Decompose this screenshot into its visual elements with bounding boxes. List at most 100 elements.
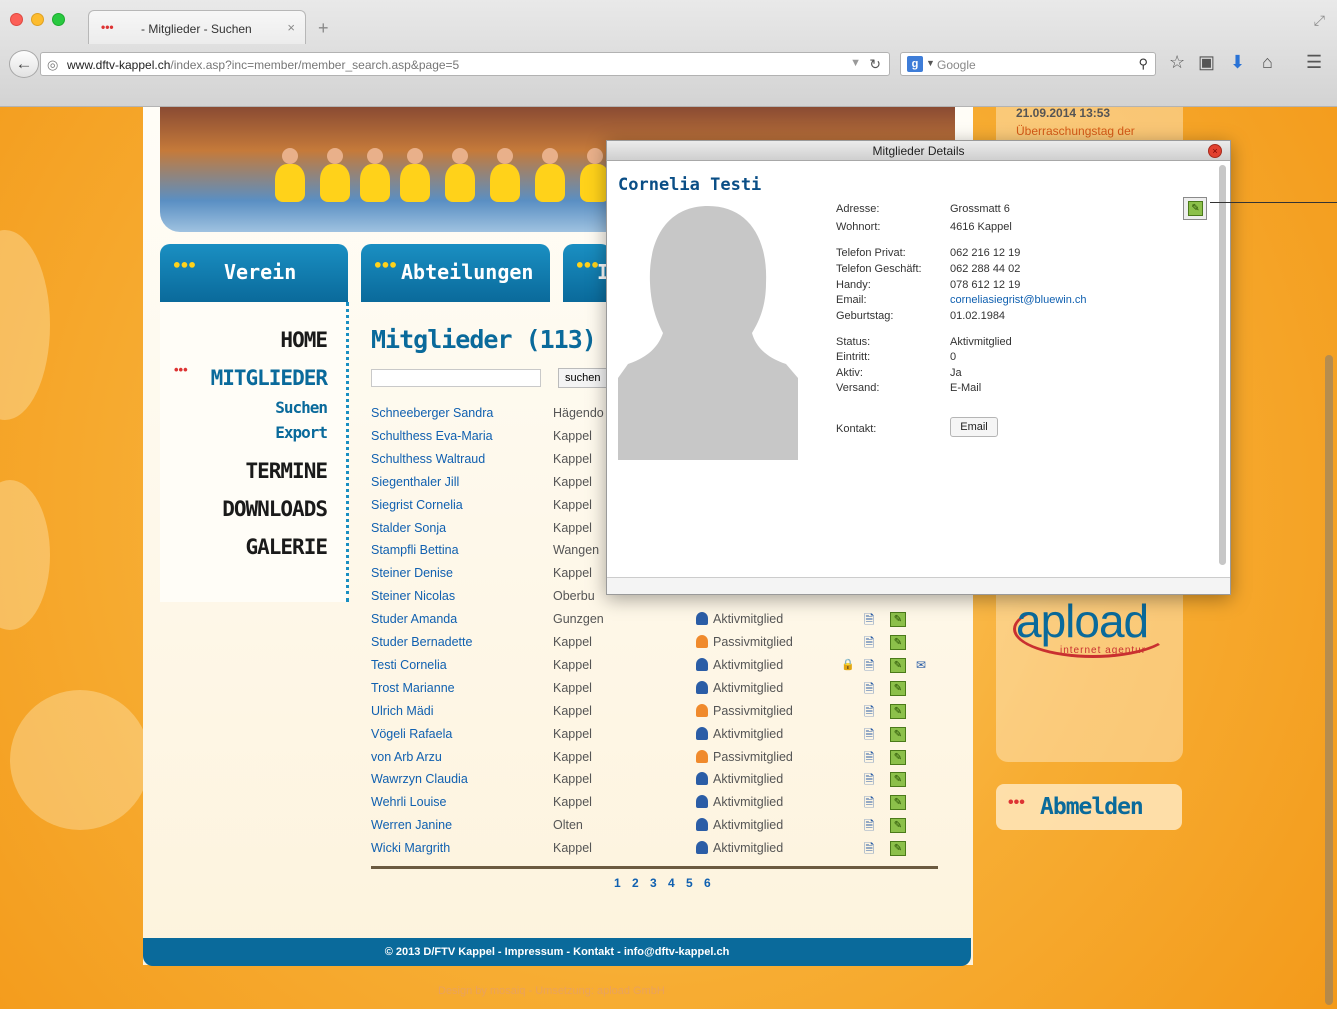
reload-icon[interactable]: ↻ (869, 56, 881, 73)
member-name-link[interactable]: Wicki Margrith (371, 841, 450, 855)
table-row[interactable]: Trost Marianne Kappel Aktivmitglied 🗎 ✎ (371, 678, 941, 700)
edit-icon[interactable]: ✎ (890, 841, 906, 857)
edit-icon[interactable]: ✎ (890, 795, 906, 811)
edit-icon[interactable]: ✎ (890, 612, 906, 628)
edit-icon[interactable]: ✎ (890, 657, 906, 673)
edit-icon[interactable]: ✎ (890, 772, 906, 788)
chevron-down-icon[interactable]: ▼ (926, 58, 935, 68)
edit-member-button[interactable]: ✎ (1183, 197, 1207, 220)
table-row[interactable]: Testi Cornelia Kappel Aktivmitglied 🗎 ✎ 🔒 ✉ (371, 655, 941, 677)
details-icon[interactable]: 🗎 (864, 840, 880, 857)
member-name-link[interactable]: Wawrzyn Claudia (371, 772, 468, 786)
address-bar[interactable]: ◎ www.dftv-kappel.ch/index.asp?inc=membe… (40, 52, 890, 76)
home-icon[interactable]: ⌂ (1262, 52, 1273, 73)
table-row[interactable]: Ulrich Mädi Kappel Passivmitglied 🗎 ✎ (371, 701, 941, 723)
member-name-link[interactable]: Schulthess Waltraud (371, 452, 485, 466)
details-icon[interactable]: 🗎 (864, 657, 880, 674)
member-status: Aktivmitglied (696, 818, 783, 832)
details-icon[interactable]: 🗎 (864, 726, 880, 743)
browser-tab[interactable]: ••• - Mitglieder - Suchen × (88, 10, 306, 44)
side-item-mitglieder[interactable]: MITGLIEDER (211, 366, 328, 390)
details-icon[interactable]: 🗎 (864, 817, 880, 834)
member-name-link[interactable]: Ulrich Mädi (371, 704, 434, 718)
table-row[interactable]: Wehrli Louise Kappel Aktivmitglied 🗎 ✎ (371, 792, 941, 814)
zoom-window-icon[interactable] (52, 13, 65, 26)
member-town: Oberbu (553, 589, 595, 604)
back-button[interactable]: ← (9, 50, 39, 78)
details-icon[interactable]: 🗎 (864, 703, 880, 720)
minimize-window-icon[interactable] (31, 13, 44, 26)
member-name-link[interactable]: Siegrist Cornelia (371, 498, 463, 512)
tab-third[interactable]: ••• I (563, 244, 611, 302)
member-name-link[interactable]: Studer Amanda (371, 612, 457, 626)
edit-icon[interactable]: ✎ (890, 726, 906, 742)
table-row[interactable]: Studer Amanda Gunzgen Aktivmitglied 🗎 ✎ (371, 609, 941, 631)
member-name-link[interactable]: Schulthess Eva-Maria (371, 429, 493, 443)
details-icon[interactable]: 🗎 (864, 794, 880, 811)
email-button[interactable]: Email (950, 417, 998, 437)
search-button[interactable]: suchen (558, 368, 610, 388)
member-name-link[interactable]: Werren Janine (371, 818, 452, 832)
side-item-home[interactable]: HOME (280, 328, 328, 352)
search-icon[interactable]: ⚲ (1138, 56, 1148, 72)
side-item-galerie[interactable]: GALERIE (245, 535, 328, 559)
side-item-export[interactable]: Export (275, 423, 328, 442)
table-row[interactable]: Werren Janine Olten Aktivmitglied 🗎 ✎ (371, 815, 941, 837)
edit-icon[interactable]: ✎ (890, 703, 906, 719)
side-item-termine[interactable]: TERMINE (245, 459, 328, 483)
table-row[interactable]: Studer Bernadette Kappel Passivmitglied 🗎 ✎ (371, 632, 941, 654)
dropdown-arrow-icon[interactable]: ▼ (850, 57, 861, 69)
details-icon[interactable]: 🗎 (864, 771, 880, 788)
bookmark-star-icon[interactable]: ☆ (1169, 52, 1185, 73)
edit-icon[interactable]: ✎ (890, 818, 906, 834)
member-name-link[interactable]: Trost Marianne (371, 681, 455, 695)
details-icon[interactable]: 🗎 (864, 634, 880, 651)
footer-credits[interactable]: Design by mosaiq - Umsetzung: apload Gmb… (438, 985, 665, 997)
tab-verein[interactable]: ••• Verein (160, 244, 348, 302)
bookmarks-icon[interactable]: ▣ (1198, 52, 1215, 73)
close-icon[interactable]: × (1208, 144, 1222, 158)
new-tab-icon[interactable]: + (318, 18, 329, 39)
fullscreen-icon[interactable]: ⤢ (1314, 12, 1325, 29)
table-row[interactable]: von Arb Arzu Kappel Passivmitglied 🗎 ✎ (371, 747, 941, 769)
edit-icon[interactable]: ✎ (890, 749, 906, 765)
search-bar[interactable]: g ▼ Google ⚲ (900, 52, 1156, 76)
news-link[interactable]: Überraschungstag der (1016, 124, 1135, 138)
member-name-link[interactable]: Steiner Nicolas (371, 589, 455, 603)
edit-icon[interactable]: ✎ (890, 635, 906, 650)
table-row[interactable]: Vögeli Rafaela Kappel Aktivmitglied 🗎 ✎ (371, 724, 941, 746)
mail-icon[interactable]: ✉ (916, 658, 926, 672)
member-search-input[interactable] (371, 369, 541, 387)
side-item-suchen[interactable]: Suchen (275, 398, 328, 417)
member-name-link[interactable]: Wehrli Louise (371, 795, 447, 809)
search-engine-icon[interactable]: g (907, 56, 923, 72)
menu-icon[interactable]: ☰ (1306, 52, 1322, 73)
member-name-link[interactable]: Stampfli Bettina (371, 543, 459, 557)
member-name-link[interactable]: Siegenthaler Jill (371, 475, 459, 489)
member-name-link[interactable]: Testi Cornelia (371, 658, 447, 672)
edit-icon[interactable]: ✎ (890, 680, 906, 696)
apload-logo[interactable]: apload (1016, 594, 1149, 648)
email-link[interactable]: corneliasiegrist@bluewin.ch (950, 294, 1087, 306)
member-name-link[interactable]: Steiner Denise (371, 566, 453, 580)
pagination[interactable]: 1 2 3 4 5 6 (614, 876, 715, 890)
side-item-downloads[interactable]: DOWNLOADS (222, 497, 328, 521)
table-row[interactable]: Wicki Margrith Kappel Aktivmitglied 🗎 ✎ (371, 838, 941, 860)
member-name-link[interactable]: Stalder Sonja (371, 521, 446, 535)
logout-button[interactable]: ••• Abmelden (996, 784, 1182, 830)
tab-abteilungen[interactable]: ••• Abteilungen (361, 244, 550, 302)
page-scrollbar[interactable] (1325, 355, 1333, 1005)
member-name-link[interactable]: Schneeberger Sandra (371, 406, 493, 420)
details-icon[interactable]: 🗎 (864, 680, 880, 697)
footer-bar[interactable]: © 2013 D/FTV Kappel - Impressum - Kontak… (143, 938, 971, 966)
details-icon[interactable]: 🗎 (864, 611, 880, 628)
close-window-icon[interactable] (10, 13, 23, 26)
member-name-link[interactable]: Vögeli Rafaela (371, 727, 452, 741)
member-name-link[interactable]: von Arb Arzu (371, 750, 442, 764)
tab-close-icon[interactable]: × (287, 20, 295, 35)
member-name-link[interactable]: Studer Bernadette (371, 635, 472, 649)
details-icon[interactable]: 🗎 (864, 749, 880, 766)
dialog-scrollbar[interactable] (1219, 165, 1226, 565)
download-icon[interactable]: ⬇ (1230, 52, 1245, 73)
table-row[interactable]: Wawrzyn Claudia Kappel Aktivmitglied 🗎 ✎ (371, 769, 941, 791)
